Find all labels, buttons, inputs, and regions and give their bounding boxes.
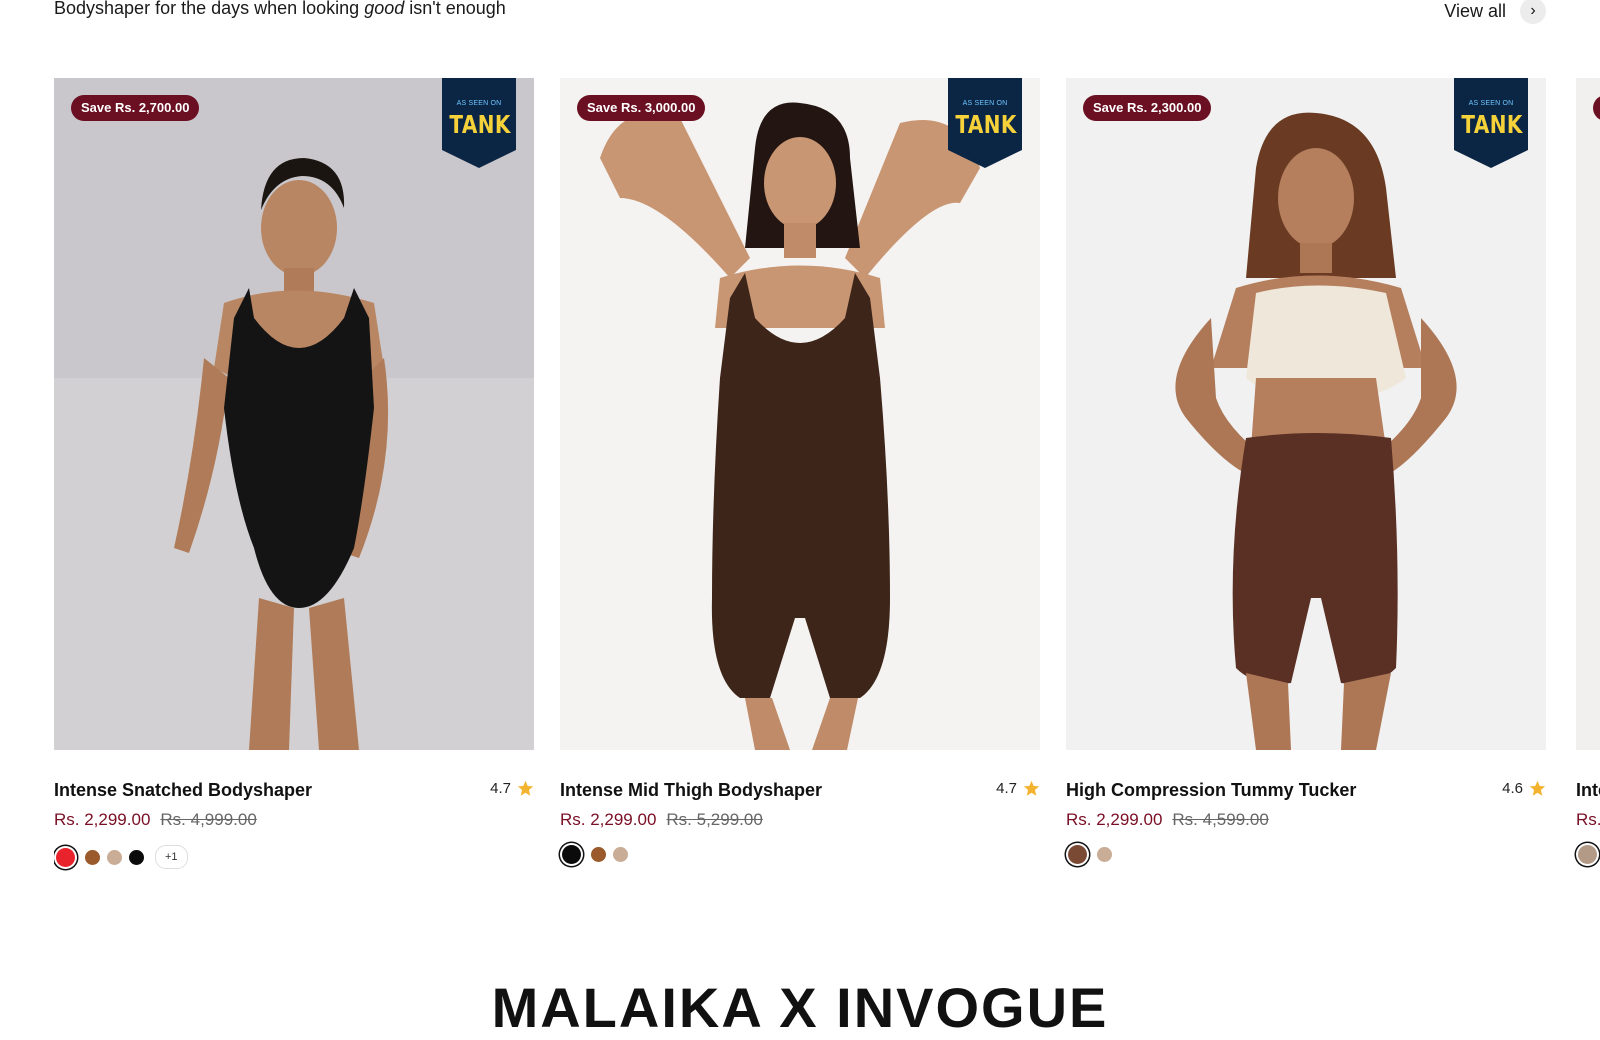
sale-price: Rs. 2,299.00 xyxy=(560,810,657,829)
more-colors-button[interactable]: +1 xyxy=(155,845,188,869)
product-card[interactable]: Save Rs. 3,000.00 AS SEEN ON TANK Intens… xyxy=(560,78,1040,878)
product-photo[interactable] xyxy=(54,78,534,750)
compare-price: Rs. 4,599.00 xyxy=(1172,810,1269,829)
save-badge: Save Rs. 3,000.00 xyxy=(577,95,706,121)
badge-small-text: AS SEEN ON xyxy=(456,100,502,107)
sale-price: Rs. 2,299.00 xyxy=(1066,810,1163,829)
compare-price: Rs. 4,999.00 xyxy=(160,810,257,829)
product-rating: 4.7 xyxy=(996,780,1040,797)
star-icon xyxy=(1529,780,1546,796)
view-all-label[interactable]: View all xyxy=(1444,1,1506,22)
product-info: Intense Mid Thigh Bodyshaper 4.7 Rs. 2,2… xyxy=(560,780,1040,878)
color-swatch[interactable] xyxy=(1097,847,1112,862)
sale-price: Rs. xyxy=(1576,810,1600,829)
badge-big-text: TANK xyxy=(1461,110,1523,139)
save-badge xyxy=(1593,95,1600,121)
color-swatch[interactable] xyxy=(562,845,581,864)
section-heading: MALAIKA X INVOGUE xyxy=(491,976,1109,1039)
product-info: Intense Snatched Bodyshaper 4.7 Rs. 2,29… xyxy=(54,780,534,878)
color-swatch[interactable] xyxy=(107,849,122,865)
badge-big-text: TANK xyxy=(955,110,1017,139)
product-info: High Compression Tummy Tucker 4.6 Rs. 2,… xyxy=(1066,780,1546,878)
product-image[interactable]: Save Rs. 3,000.00 AS SEEN ON TANK xyxy=(560,78,1040,750)
product-photo[interactable] xyxy=(560,78,1040,750)
view-all-link[interactable]: View all › xyxy=(1444,0,1546,24)
color-swatch[interactable] xyxy=(56,847,75,867)
color-swatch[interactable] xyxy=(613,847,628,862)
product-carousel: Save Rs. 2,700.00 AS SEEN ON TANK Intens… xyxy=(54,78,1600,878)
color-swatch[interactable] xyxy=(1068,845,1087,864)
badge-small-text: AS SEEN ON xyxy=(962,100,1008,107)
rating-value: 4.7 xyxy=(996,780,1017,797)
star-icon xyxy=(1023,780,1040,796)
color-swatches xyxy=(560,845,628,864)
rating-value: 4.6 xyxy=(1502,780,1523,797)
star-icon xyxy=(517,780,534,796)
product-image[interactable]: Save Rs. 2,700.00 AS SEEN ON TANK xyxy=(54,78,534,750)
product-rating: 4.7 xyxy=(490,780,534,797)
compare-price: Rs. 5,299.00 xyxy=(666,810,763,829)
product-title[interactable]: Intense Mid Thigh Bodyshaper xyxy=(560,780,822,801)
product-photo[interactable] xyxy=(1066,78,1546,750)
price-row: Rs. 2,299.00 Rs. 4,999.00 xyxy=(54,810,257,830)
color-swatch[interactable] xyxy=(1578,845,1597,864)
as-seen-on-tank-badge: AS SEEN ON TANK xyxy=(1454,78,1528,168)
product-card[interactable]: Save Rs. 2,300.00 AS SEEN ON TANK High C… xyxy=(1066,78,1546,878)
chevron-right-icon[interactable]: › xyxy=(1520,0,1546,24)
color-swatches: +1 xyxy=(54,845,188,869)
price-row: Rs. 2,299.00 Rs. 5,299.00 xyxy=(560,810,763,830)
rating-value: 4.7 xyxy=(490,780,511,797)
product-title[interactable]: Intense Snatched Bodyshaper xyxy=(54,780,312,801)
product-card[interactable]: Save Rs. 2,700.00 AS SEEN ON TANK Intens… xyxy=(54,78,534,878)
product-title[interactable]: High Compression Tummy Tucker xyxy=(1066,780,1356,801)
as-seen-on-tank-badge: AS SEEN ON TANK xyxy=(442,78,516,168)
product-image[interactable]: Save Rs. 2,300.00 AS SEEN ON TANK xyxy=(1066,78,1546,750)
color-swatch[interactable] xyxy=(85,849,100,865)
save-badge: Save Rs. 2,300.00 xyxy=(1083,95,1212,121)
product-title[interactable]: Inte xyxy=(1576,780,1600,801)
as-seen-on-tank-badge: AS SEEN ON TANK xyxy=(948,78,1022,168)
product-rating: 4.6 xyxy=(1502,780,1546,797)
color-swatch[interactable] xyxy=(129,849,144,865)
section-header: Bodyshaper for the days when looking goo… xyxy=(54,0,1546,26)
section-subtitle: Bodyshaper for the days when looking goo… xyxy=(54,0,506,18)
price-row: Rs. 2,299.00 Rs. 4,599.00 xyxy=(1066,810,1269,830)
color-swatch[interactable] xyxy=(591,847,606,862)
save-badge: Save Rs. 2,700.00 xyxy=(71,95,200,121)
product-card-partial[interactable]: Inte Rs. xyxy=(1576,78,1600,864)
color-swatches xyxy=(1066,845,1112,864)
badge-big-text: TANK xyxy=(449,110,511,139)
sale-price: Rs. 2,299.00 xyxy=(54,810,151,829)
badge-small-text: AS SEEN ON xyxy=(1468,100,1514,107)
product-image[interactable] xyxy=(1576,78,1600,750)
